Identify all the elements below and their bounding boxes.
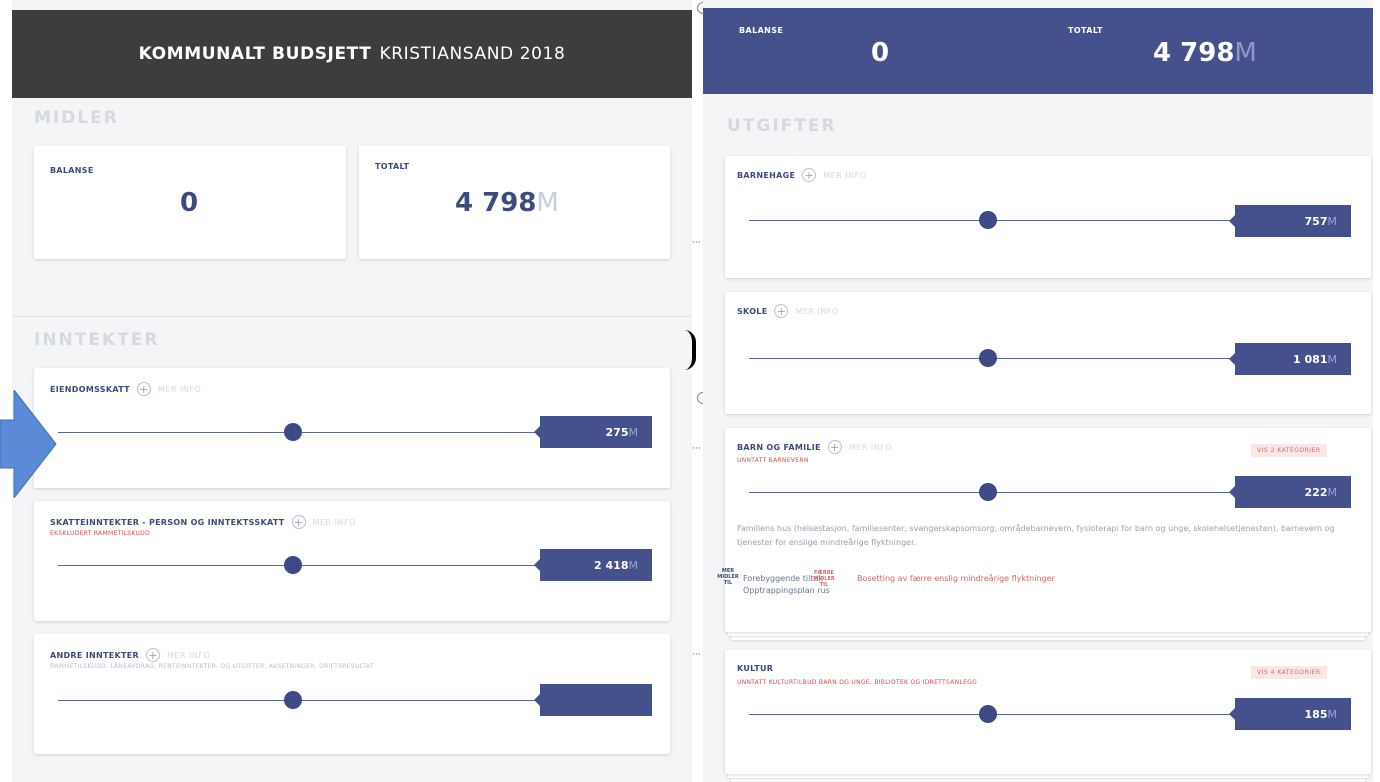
more-info-link[interactable]: MER INFO <box>795 307 838 316</box>
balanse-card: BALANSE 0 <box>34 146 346 259</box>
card-subtitle: UNNTATT KULTURTILBUD BARN OG UNGE, BIBLI… <box>737 679 978 686</box>
value-box: 222 M <box>1229 476 1351 508</box>
income-card-skatteinntekter: SKATTEINNTEKTER - PERSON OG INNTEKTSSKAT… <box>34 501 670 621</box>
slider-handle[interactable] <box>979 483 997 501</box>
pointer-arrow-icon <box>0 390 57 498</box>
dotted-connector: ··· <box>692 444 701 454</box>
section-utgifter-heading: UTGIFTER <box>727 116 837 136</box>
card-subtitle: EKSKLUDERT RAMMETILSKUDD <box>50 530 150 537</box>
section-inntekter-heading: INNTEKTER <box>34 330 160 350</box>
expense-card-barn-og-familie: BARN OG FAMILIE + MER INFO UNNTATT BARNE… <box>717 428 1371 632</box>
show-categories-badge[interactable]: VIS 2 KATEGORIER <box>1251 444 1327 457</box>
card-title: ANDRE INNTEKTER + MER INFO <box>50 648 211 662</box>
header-title-light: KRISTIANSAND 2018 <box>379 44 566 64</box>
balanse-value: 0 <box>871 38 890 68</box>
more-info-link[interactable]: MER INFO <box>823 171 866 180</box>
value-box <box>534 684 652 716</box>
value-box: 2 418 M <box>534 549 652 581</box>
sticky-summary-bar: BALANSE 0 TOTALT 4 798M <box>703 8 1373 94</box>
balanse-label: BALANSE <box>50 166 94 175</box>
more-info-link[interactable]: MER INFO <box>849 443 892 452</box>
expand-plus-icon[interactable]: + <box>774 304 789 318</box>
expense-card-barnehage: BARNEHAGE + MER INFO 757 M <box>725 156 1371 278</box>
card-subtitle: UNNTATT BARNEVERN <box>737 457 809 464</box>
slider-handle[interactable] <box>284 423 302 441</box>
card-title: BARN OG FAMILIE + MER INFO <box>737 440 893 454</box>
more-info-link[interactable]: MER INFO <box>313 518 356 527</box>
totalt-card: TOTALT 4 798M <box>359 146 670 259</box>
expense-card-skole: SKOLE + MER INFO 1 081 M <box>725 292 1371 414</box>
slider-handle[interactable] <box>979 705 997 723</box>
dotted-connector: ··· <box>692 238 701 248</box>
section-divider <box>12 316 692 317</box>
cropped-glyph <box>684 330 696 370</box>
value-box: 1 081 M <box>1229 343 1351 375</box>
fewer-funds-label: FÆRRE MIDLER TIL <box>813 570 835 588</box>
left-budget-panel: KOMMUNALT BUDSJETT KRISTIANSAND 2018 MID… <box>12 0 692 782</box>
card-subtitle: RAMMETILSKUDD, LÅNEAVDRAG, RENTEINNTEKTE… <box>50 663 374 670</box>
header-title-bold: KOMMUNALT BUDSJETT <box>138 44 372 64</box>
expand-plus-icon[interactable]: + <box>802 168 817 182</box>
expand-plus-icon[interactable]: + <box>146 648 161 662</box>
value-box: 185 M <box>1229 698 1351 730</box>
more-info-link[interactable]: MER INFO <box>167 651 210 660</box>
app-header: KOMMUNALT BUDSJETT KRISTIANSAND 2018 <box>12 10 692 98</box>
more-funds-label: MER MIDLER TIL <box>717 568 739 586</box>
card-title: SKOLE + MER INFO <box>737 304 839 318</box>
totalt-value: 4 798M <box>455 188 559 218</box>
dotted-connector: ··· <box>692 650 701 660</box>
value-box: 757 M <box>1229 205 1351 237</box>
totalt-label: TOTALT <box>375 162 410 171</box>
card-title: BARNEHAGE + MER INFO <box>737 168 867 182</box>
totalt-label: TOTALT <box>1068 26 1103 35</box>
right-budget-panel: BALANSE 0 TOTALT 4 798M UTGIFTER BARNEHA… <box>703 0 1373 782</box>
balanse-value: 0 <box>180 188 199 218</box>
card-title: EIENDOMSSKATT + MER INFO <box>50 382 202 396</box>
expense-card-kultur: KULTUR UNNTATT KULTURTILBUD BARN OG UNGE… <box>725 650 1371 774</box>
slider-handle[interactable] <box>979 349 997 367</box>
section-midler-heading: MIDLER <box>34 108 119 128</box>
slider-handle[interactable] <box>284 556 302 574</box>
expand-plus-icon[interactable]: + <box>291 515 306 529</box>
slider-handle[interactable] <box>284 691 302 709</box>
show-categories-badge[interactable]: VIS 4 KATEGORIER <box>1251 666 1327 679</box>
balanse-label: BALANSE <box>739 26 784 35</box>
expand-plus-icon[interactable]: + <box>827 440 842 454</box>
value-box: 275 M <box>534 416 652 448</box>
screenshot-composite: KOMMUNALT BUDSJETT KRISTIANSAND 2018 MID… <box>0 0 1380 782</box>
slider-handle[interactable] <box>979 211 997 229</box>
income-card-andre-inntekter: ANDRE INNTEKTER + MER INFO RAMMETILSKUDD… <box>34 634 670 754</box>
card-title: KULTUR <box>737 664 774 673</box>
category-description: Familiens hus (helsestasjon, familiesent… <box>737 524 1335 547</box>
income-card-eiendomsskatt: EIENDOMSSKATT + MER INFO 275 M <box>34 368 670 488</box>
reduction-link[interactable]: Bosetting av færre enslig mindreårige fl… <box>857 574 1055 583</box>
more-info-link[interactable]: MER INFO <box>158 385 201 394</box>
expand-plus-icon[interactable]: + <box>136 382 151 396</box>
totalt-value: 4 798M <box>1153 38 1257 68</box>
card-title: SKATTEINNTEKTER - PERSON OG INNTEKTSSKAT… <box>50 515 356 529</box>
